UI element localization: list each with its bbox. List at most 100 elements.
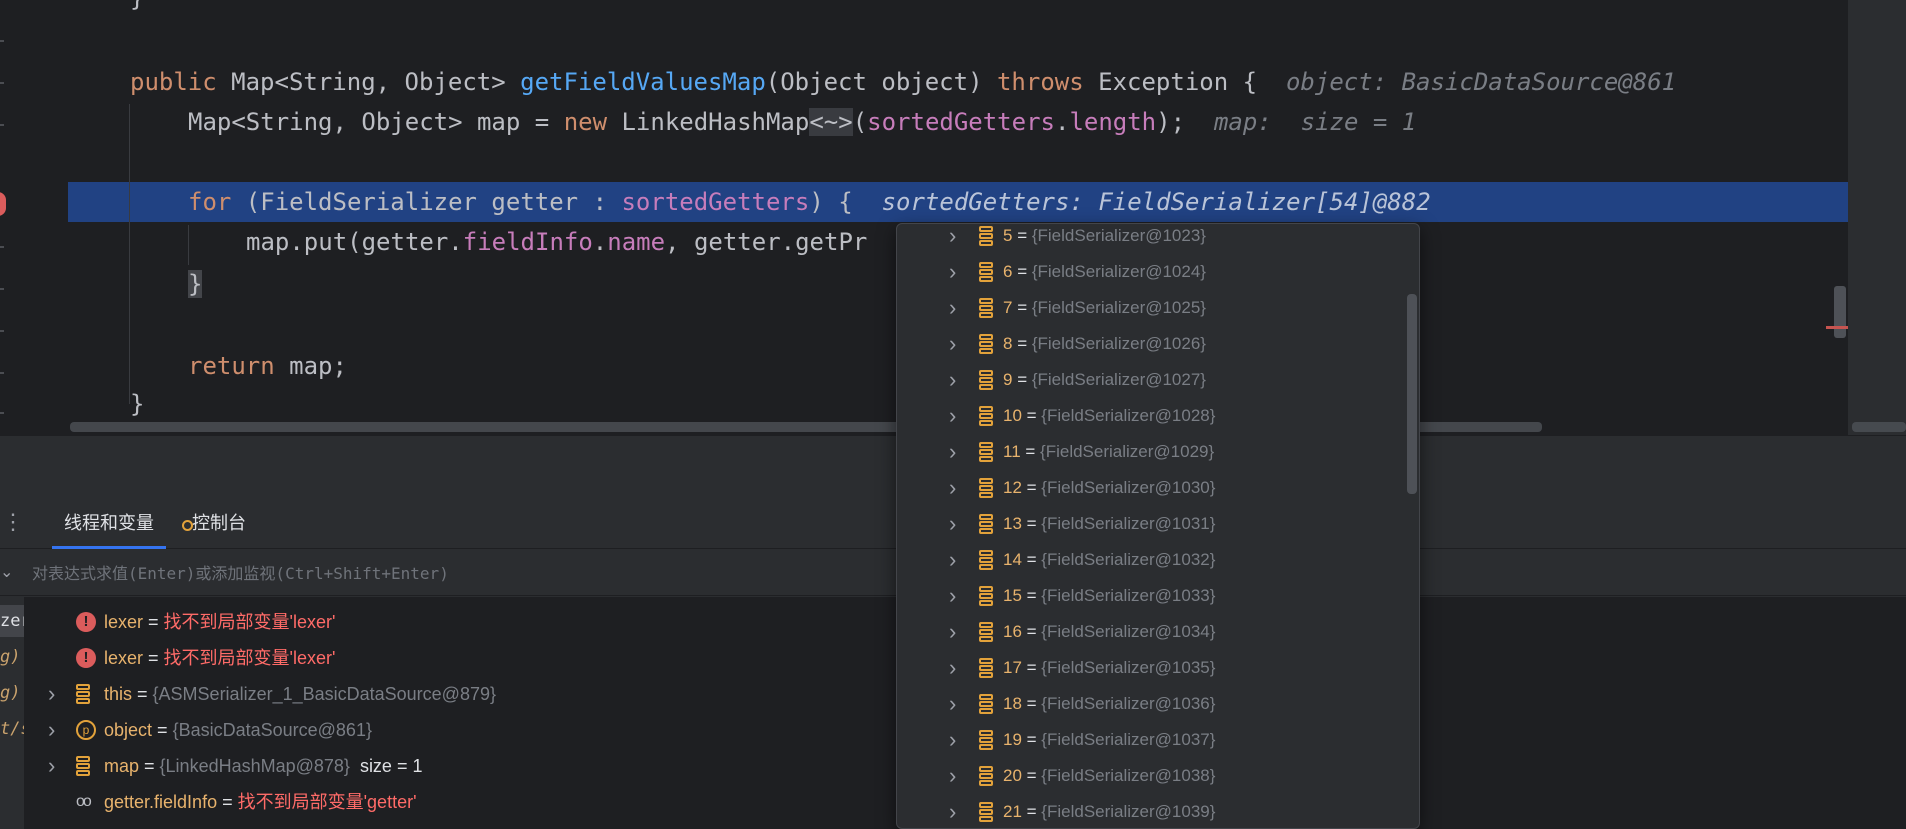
popup-item[interactable]: › 17 = {FieldSerializer@1035} xyxy=(897,650,1407,686)
code-line[interactable]: } xyxy=(0,0,1848,18)
code-token: map.put(getter. xyxy=(246,228,463,256)
code-line[interactable] xyxy=(0,136,1848,176)
code-token: Map<String, Object> xyxy=(231,68,521,96)
popup-item-value: {FieldSerializer@1027} xyxy=(1031,370,1206,389)
frames-list[interactable]: zer g) g) t/sc xyxy=(0,597,24,829)
variable-name: map xyxy=(104,756,140,776)
equals-sign: = xyxy=(1012,226,1032,245)
equals-sign: = xyxy=(1012,298,1032,317)
popup-scrollbar[interactable] xyxy=(1407,294,1417,494)
chevron-right-icon[interactable]: › xyxy=(949,362,956,398)
code-token: new xyxy=(563,108,622,136)
chevron-down-icon[interactable]: ⌄ xyxy=(0,562,13,582)
popup-item-index: 11 xyxy=(1003,442,1021,461)
frame-item[interactable]: t/sc xyxy=(0,713,24,745)
popup-item[interactable]: › 7 = {FieldSerializer@1025} xyxy=(897,290,1407,326)
code-token: ) { xyxy=(809,188,853,216)
popup-item-text: 11 = {FieldSerializer@1029} xyxy=(1003,434,1214,470)
code-token: for xyxy=(188,188,246,216)
popup-item[interactable]: › 18 = {FieldSerializer@1036} xyxy=(897,686,1407,722)
code-line-current[interactable]: for (FieldSerializer getter : sortedGett… xyxy=(68,182,1848,222)
chevron-right-icon[interactable]: › xyxy=(949,542,956,578)
code-line[interactable]: public Map<String, Object> getFieldValue… xyxy=(0,62,1848,102)
code-token: throws xyxy=(996,68,1099,96)
popup-item[interactable]: › 14 = {FieldSerializer@1032} xyxy=(897,542,1407,578)
popup-item[interactable]: › 21 = {FieldSerializer@1039} xyxy=(897,794,1407,828)
code-token: . xyxy=(592,228,608,256)
popup-item[interactable]: › 13 = {FieldSerializer@1031} xyxy=(897,506,1407,542)
popup-item[interactable]: › 11 = {FieldSerializer@1029} xyxy=(897,434,1407,470)
popup-item-value: {FieldSerializer@1023} xyxy=(1031,226,1206,245)
error-stripe-marker[interactable] xyxy=(1826,326,1848,329)
popup-item-value: {FieldSerializer@1026} xyxy=(1031,334,1206,353)
popup-item[interactable]: › 15 = {FieldSerializer@1033} xyxy=(897,578,1407,614)
editor-vertical-scrollbar[interactable] xyxy=(1834,286,1846,338)
chevron-right-icon[interactable]: › xyxy=(949,578,956,614)
popup-item[interactable]: › 5 = {FieldSerializer@1023} xyxy=(897,224,1407,254)
popup-item[interactable]: › 19 = {FieldSerializer@1037} xyxy=(897,722,1407,758)
popup-item[interactable]: › 12 = {FieldSerializer@1030} xyxy=(897,470,1407,506)
chevron-right-icon[interactable]: › xyxy=(949,794,956,828)
equals-sign: = xyxy=(1021,802,1042,821)
chevron-right-icon[interactable]: › xyxy=(949,434,956,470)
popup-item[interactable]: › 20 = {FieldSerializer@1038} xyxy=(897,758,1407,794)
popup-item[interactable]: › 9 = {FieldSerializer@1027} xyxy=(897,362,1407,398)
chevron-right-icon[interactable]: › xyxy=(949,506,956,542)
variable-text: object = {BasicDataSource@861} xyxy=(104,712,372,748)
tab-console[interactable]: 控制台 xyxy=(182,497,246,549)
frame-item[interactable]: g) xyxy=(0,677,24,709)
popup-item[interactable]: › 8 = {FieldSerializer@1026} xyxy=(897,326,1407,362)
code-text: map.put(getter.fieldInfo.name, getter.ge… xyxy=(246,222,867,262)
chevron-right-icon[interactable]: › xyxy=(48,676,55,712)
chevron-right-icon[interactable]: › xyxy=(949,326,956,362)
chevron-right-icon[interactable]: › xyxy=(949,722,956,758)
field-icon xyxy=(979,658,993,678)
frame-item[interactable]: g) xyxy=(0,641,24,673)
more-options-icon[interactable]: ⋮ xyxy=(2,509,24,535)
code-token: . xyxy=(1054,108,1070,136)
code-text: for (FieldSerializer getter : sortedGett… xyxy=(188,182,1431,222)
popup-item-value: {FieldSerializer@1024} xyxy=(1031,262,1206,281)
popup-item-index: 10 xyxy=(1003,406,1022,425)
console-icon xyxy=(182,520,193,531)
tab-console-label: 控制台 xyxy=(192,513,246,533)
popup-item-text: 20 = {FieldSerializer@1038} xyxy=(1003,758,1215,794)
chevron-right-icon[interactable]: › xyxy=(949,758,956,794)
chevron-right-icon[interactable]: › xyxy=(949,470,956,506)
field-icon xyxy=(979,766,993,786)
chevron-right-icon[interactable]: › xyxy=(48,712,55,748)
editor-horizontal-scrollbar-right[interactable] xyxy=(1852,422,1906,432)
equals-sign: = xyxy=(1021,406,1042,425)
chevron-right-icon[interactable]: › xyxy=(949,224,956,254)
equals-sign: = xyxy=(1012,334,1032,353)
chevron-right-icon[interactable]: › xyxy=(949,254,956,290)
popup-item-value: {FieldSerializer@1033} xyxy=(1041,586,1216,605)
equals-sign: = xyxy=(1021,478,1042,497)
frame-item[interactable]: zer xyxy=(0,605,24,637)
code-token: public xyxy=(130,68,232,96)
equals-sign: = xyxy=(1021,586,1042,605)
equals-sign: = xyxy=(1012,370,1032,389)
chevron-right-icon[interactable]: › xyxy=(949,650,956,686)
popup-item[interactable]: › 16 = {FieldSerializer@1034} xyxy=(897,614,1407,650)
popup-item[interactable]: › 6 = {FieldSerializer@1024} xyxy=(897,254,1407,290)
chevron-right-icon[interactable]: › xyxy=(949,398,956,434)
variable-text: map = {LinkedHashMap@878} size = 1 xyxy=(104,748,422,784)
equals-sign: = xyxy=(1020,442,1041,461)
chevron-right-icon[interactable]: › xyxy=(949,686,956,722)
code-text: } xyxy=(188,264,203,304)
tab-threads-and-variables[interactable]: 线程和变量 xyxy=(52,497,166,549)
popup-item[interactable]: › 10 = {FieldSerializer@1028} xyxy=(897,398,1407,434)
popup-item-value: {FieldSerializer@1037} xyxy=(1041,730,1216,749)
popup-item-value: {FieldSerializer@1025} xyxy=(1031,298,1206,317)
code-token: <~> xyxy=(809,108,853,136)
chevron-right-icon[interactable]: › xyxy=(48,748,55,784)
chevron-right-icon[interactable]: › xyxy=(949,614,956,650)
chevron-right-icon[interactable]: › xyxy=(949,290,956,326)
equals-sign: = xyxy=(1021,514,1042,533)
code-token: fieldInfo xyxy=(462,228,593,256)
field-icon xyxy=(979,730,993,750)
code-token: sortedGetters: FieldSerializer[54]@882 xyxy=(852,188,1431,216)
inline-value-popup[interactable]: › 5 = {FieldSerializer@1023} › 6 = {FieldSe… xyxy=(896,223,1420,829)
variable-value: 找不到局部变量'lexer' xyxy=(163,648,336,668)
